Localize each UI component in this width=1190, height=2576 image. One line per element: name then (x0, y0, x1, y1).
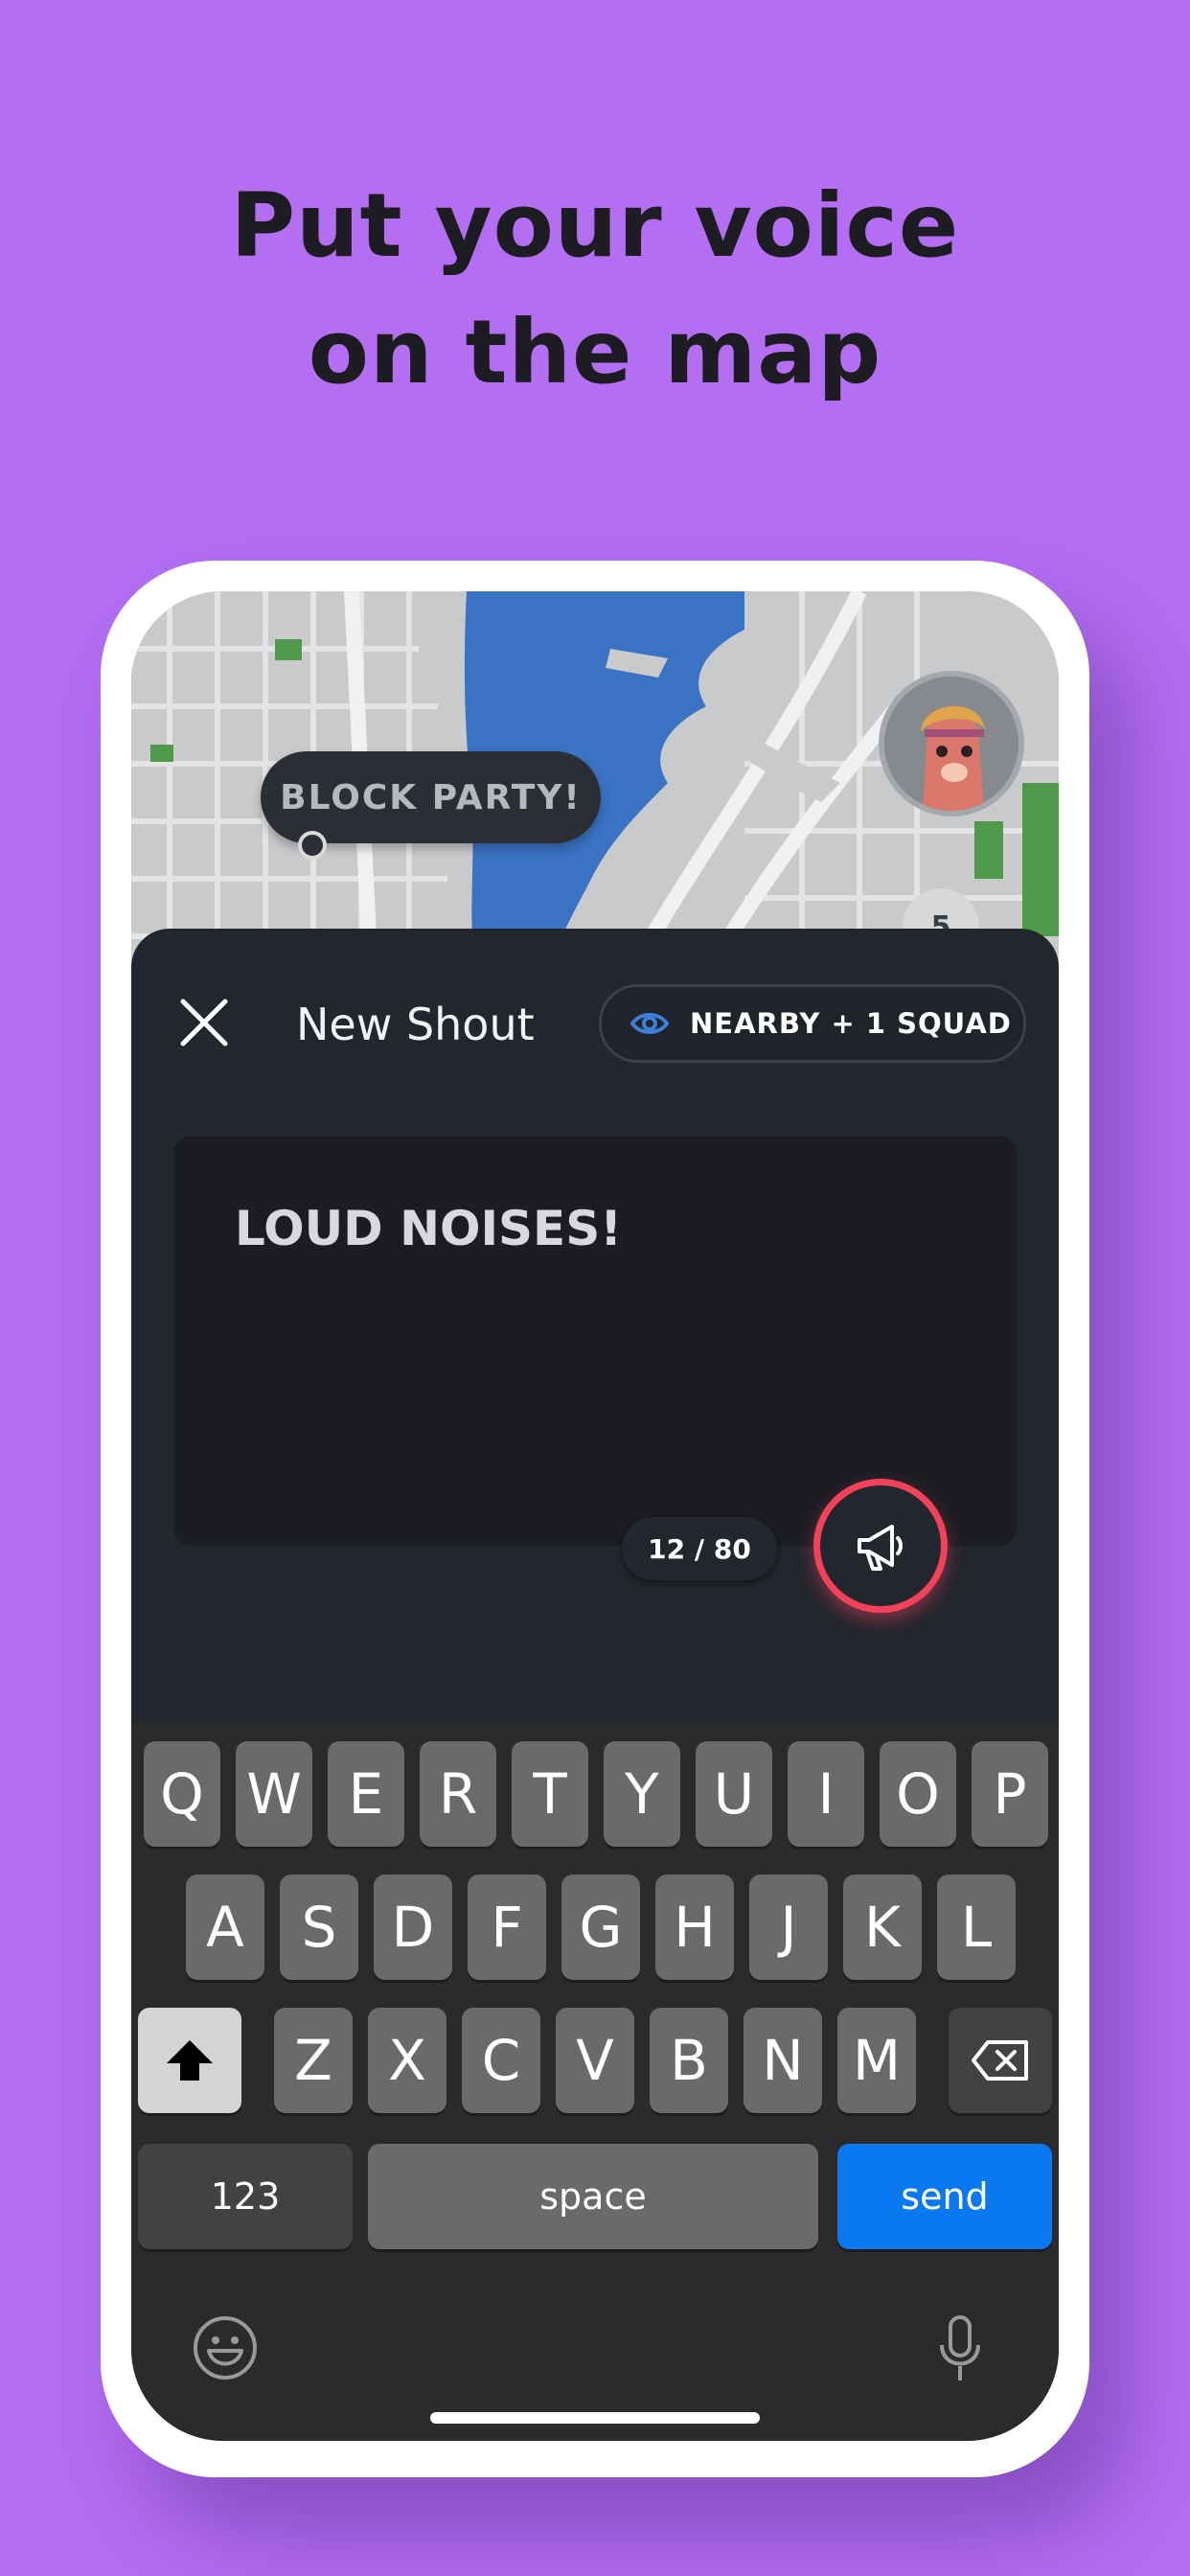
key-k[interactable]: K (843, 1874, 922, 1980)
key-q[interactable]: Q (144, 1741, 220, 1847)
key-g[interactable]: G (561, 1874, 640, 1980)
key-n[interactable]: N (744, 2008, 822, 2113)
key-l[interactable]: L (937, 1874, 1016, 1980)
key-d[interactable]: D (374, 1874, 452, 1980)
phone-screen: BLOCK PARTY! 5 New Shout N EA R B Y + 1 SQUA… (131, 591, 1059, 2441)
key-c[interactable]: C (462, 2008, 540, 2113)
key-w[interactable]: W (236, 1741, 312, 1847)
close-icon[interactable] (177, 996, 231, 1049)
key-j[interactable]: J (749, 1874, 828, 1980)
numbers-key[interactable]: 123 (138, 2144, 353, 2249)
shout-button[interactable] (813, 1479, 948, 1613)
mic-icon[interactable] (936, 2314, 984, 2383)
key-e[interactable]: E (328, 1741, 404, 1847)
audience-selector-button[interactable]: NEARBY + 1 SQUAD (599, 984, 1026, 1063)
key-y[interactable]: Y (604, 1741, 680, 1847)
headline-line-2: on the map (308, 301, 882, 403)
shout-text-value: LOUD NOISES! (235, 1201, 623, 1256)
backspace-key[interactable] (949, 2008, 1052, 2113)
key-b[interactable]: B (650, 2008, 728, 2113)
keyboard: Q W E R T Y U I O P A S D F G H J K L Z … (131, 1722, 1059, 2441)
map-pin (298, 831, 327, 860)
headline-line-1: Put your voice (230, 174, 960, 277)
key-u[interactable]: U (696, 1741, 772, 1847)
megaphone-icon (858, 1525, 903, 1571)
avatar[interactable] (879, 671, 1024, 816)
key-h[interactable]: H (655, 1874, 734, 1980)
map-view[interactable]: BLOCK PARTY! 5 (131, 591, 1059, 975)
audience-label: NEARBY + 1 SQUAD (690, 1007, 1012, 1040)
key-p[interactable]: P (972, 1741, 1048, 1847)
space-key[interactable]: space (368, 2144, 818, 2249)
key-i[interactable]: I (788, 1741, 864, 1847)
key-x[interactable]: X (368, 2008, 446, 2113)
key-z[interactable]: Z (274, 2008, 353, 2113)
character-counter: 12 / 80 (622, 1517, 777, 1580)
key-s[interactable]: S (280, 1874, 358, 1980)
key-f[interactable]: F (468, 1874, 546, 1980)
key-a[interactable]: A (186, 1874, 264, 1980)
sheet-title: New Shout (296, 999, 535, 1050)
key-o[interactable]: O (880, 1741, 956, 1847)
shift-icon (167, 2040, 213, 2081)
emoji-icon[interactable] (192, 2314, 259, 2381)
headline: Put your voice on the map (0, 163, 1190, 416)
shift-key[interactable] (138, 2008, 241, 2113)
backspace-icon (972, 2040, 1028, 2081)
avatar-character-icon (884, 677, 1018, 811)
key-t[interactable]: T (512, 1741, 588, 1847)
key-m[interactable]: M (837, 2008, 916, 2113)
key-r[interactable]: R (420, 1741, 496, 1847)
eye-icon (630, 1013, 669, 1034)
send-key[interactable]: send (837, 2144, 1052, 2249)
map-label-pill[interactable]: BLOCK PARTY! (261, 751, 601, 843)
key-v[interactable]: V (556, 2008, 634, 2113)
home-indicator[interactable] (430, 2412, 760, 2424)
